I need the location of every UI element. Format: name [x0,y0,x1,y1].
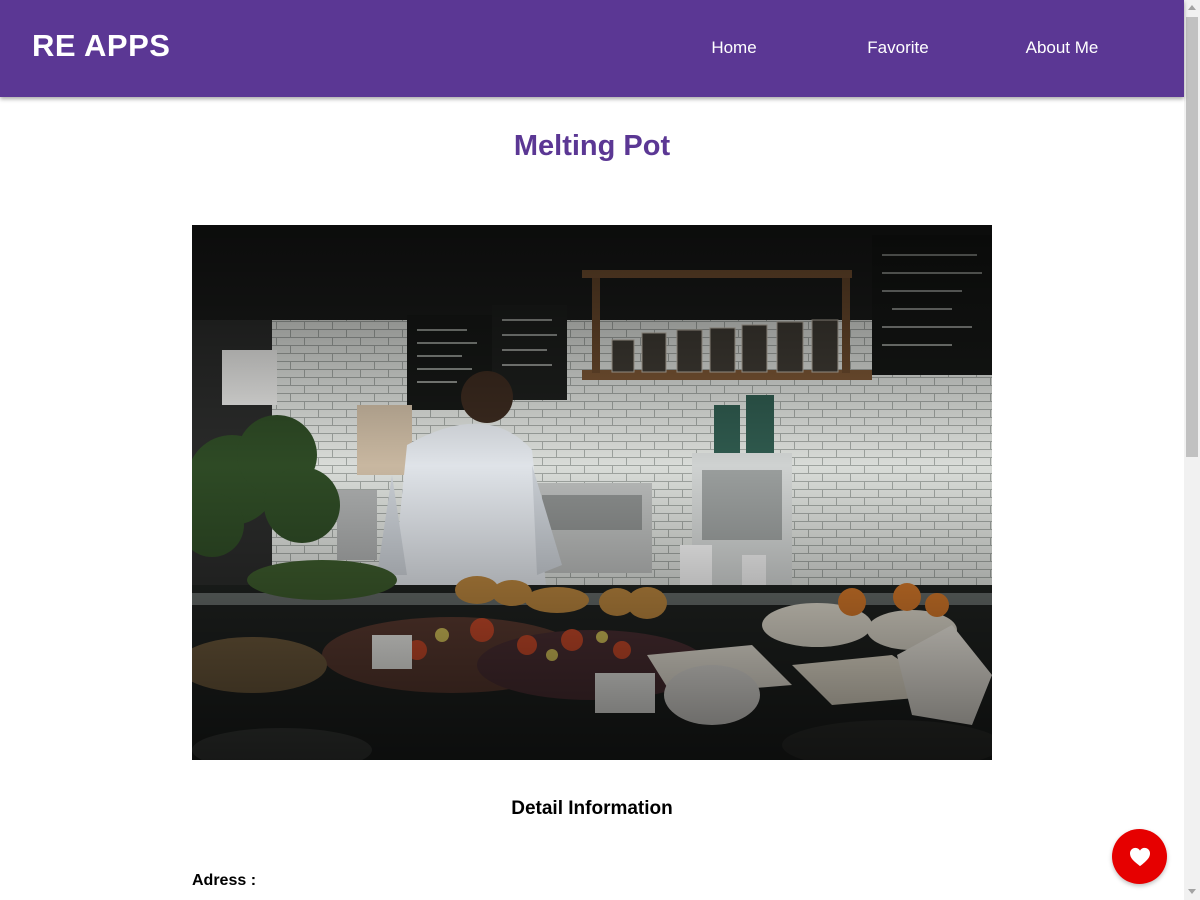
nav-about-link[interactable]: About Me [992,38,1132,58]
address-label: Adress : [192,872,257,889]
brand-logo[interactable]: RE APPS [32,28,170,64]
favorite-button[interactable] [1112,829,1167,884]
heart-icon [1129,847,1151,867]
scrollbar-thumb[interactable] [1186,17,1198,457]
scroll-down-arrow-icon[interactable] [1188,889,1196,894]
nav-favorite-link[interactable]: Favorite [828,38,968,58]
nav-home-link[interactable]: Home [664,38,804,58]
vertical-scrollbar[interactable] [1184,0,1200,900]
restaurant-name: Melting Pot [513,130,671,162]
detail-heading: Detail Information [511,798,673,819]
restaurant-image [192,225,992,760]
scroll-up-arrow-icon[interactable] [1188,5,1196,10]
page: RE APPS Home Favorite About Me Melting P… [0,0,1184,900]
app-header: RE APPS Home Favorite About Me [0,0,1184,97]
